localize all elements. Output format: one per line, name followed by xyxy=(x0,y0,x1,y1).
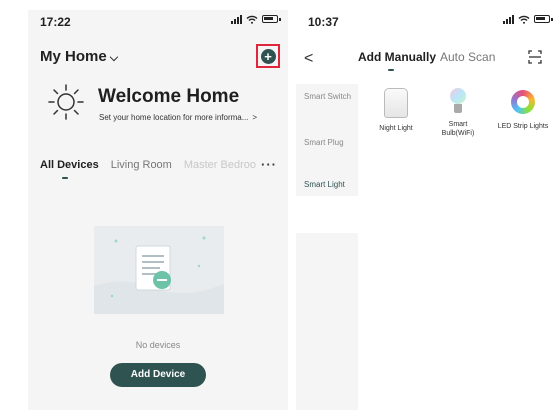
wifi-icon xyxy=(246,15,258,24)
back-button[interactable]: < xyxy=(304,50,313,68)
chevron-right-icon: > xyxy=(252,113,258,122)
device-label: Smart Bulb(WiFi) xyxy=(441,121,475,137)
signal-icon xyxy=(503,14,514,24)
category-smart-light[interactable]: Smart Light xyxy=(304,180,345,190)
location-prompt[interactable]: Set your home location for more informa.… xyxy=(99,113,257,122)
sun-icon xyxy=(48,84,84,120)
smart-bulb-icon xyxy=(450,88,466,116)
led-strip-icon xyxy=(511,90,535,114)
category-selected-background xyxy=(296,196,358,233)
home-screen: 17:22 My Home ⌵ + Welcome Home Set your h… xyxy=(28,10,288,410)
status-bar: 10:37 xyxy=(296,10,560,34)
room-tabs: All Devices Living Room Master Bedroo xyxy=(40,159,256,179)
welcome-title: Welcome Home xyxy=(98,86,240,107)
device-smart-bulb[interactable]: Smart Bulb(WiFi) xyxy=(432,88,484,138)
night-light-icon xyxy=(384,88,408,118)
tab-master-bedroom[interactable]: Master Bedroo xyxy=(184,159,256,171)
add-device-screen: 10:37 < Add Manually Auto Scan Smart Swi… xyxy=(296,10,560,410)
category-smart-plug[interactable]: Smart Plug xyxy=(304,138,344,148)
location-text: Set your home location for more informa.… xyxy=(99,113,249,122)
wifi-icon xyxy=(518,15,530,24)
status-bar: 17:22 xyxy=(28,10,288,34)
status-time: 17:22 xyxy=(40,15,71,29)
status-icons xyxy=(503,14,553,24)
tab-living-room[interactable]: Living Room xyxy=(111,159,172,171)
device-night-light[interactable]: Night Light xyxy=(366,88,426,133)
chevron-down-icon: ⌵ xyxy=(109,52,119,64)
category-sidebar: Smart Switch Smart Plug Smart Light xyxy=(296,84,358,410)
add-button[interactable]: + xyxy=(256,44,280,68)
scan-frame-icon[interactable] xyxy=(528,50,542,64)
home-selector[interactable]: My Home ⌵ xyxy=(40,48,118,65)
device-led-strip[interactable]: LED Strip Lights xyxy=(490,88,556,131)
home-title: My Home xyxy=(40,48,107,65)
empty-state-illustration xyxy=(94,226,224,314)
more-icon[interactable]: ··· xyxy=(261,157,277,172)
device-label: Night Light xyxy=(379,125,413,132)
status-time: 10:37 xyxy=(308,15,339,29)
tab-auto-scan[interactable]: Auto Scan xyxy=(440,50,495,64)
plus-circle-icon: + xyxy=(260,48,276,64)
empty-state-text: No devices xyxy=(135,340,181,350)
signal-icon xyxy=(231,14,242,24)
add-device-button[interactable]: Add Device xyxy=(110,363,206,387)
battery-icon xyxy=(534,15,553,23)
tab-all-devices[interactable]: All Devices xyxy=(40,159,99,179)
category-smart-switch[interactable]: Smart Switch xyxy=(304,92,351,102)
battery-icon xyxy=(262,15,281,23)
status-icons xyxy=(231,14,281,24)
tab-add-manually[interactable]: Add Manually xyxy=(358,50,436,71)
device-label: LED Strip Lights xyxy=(497,123,549,130)
